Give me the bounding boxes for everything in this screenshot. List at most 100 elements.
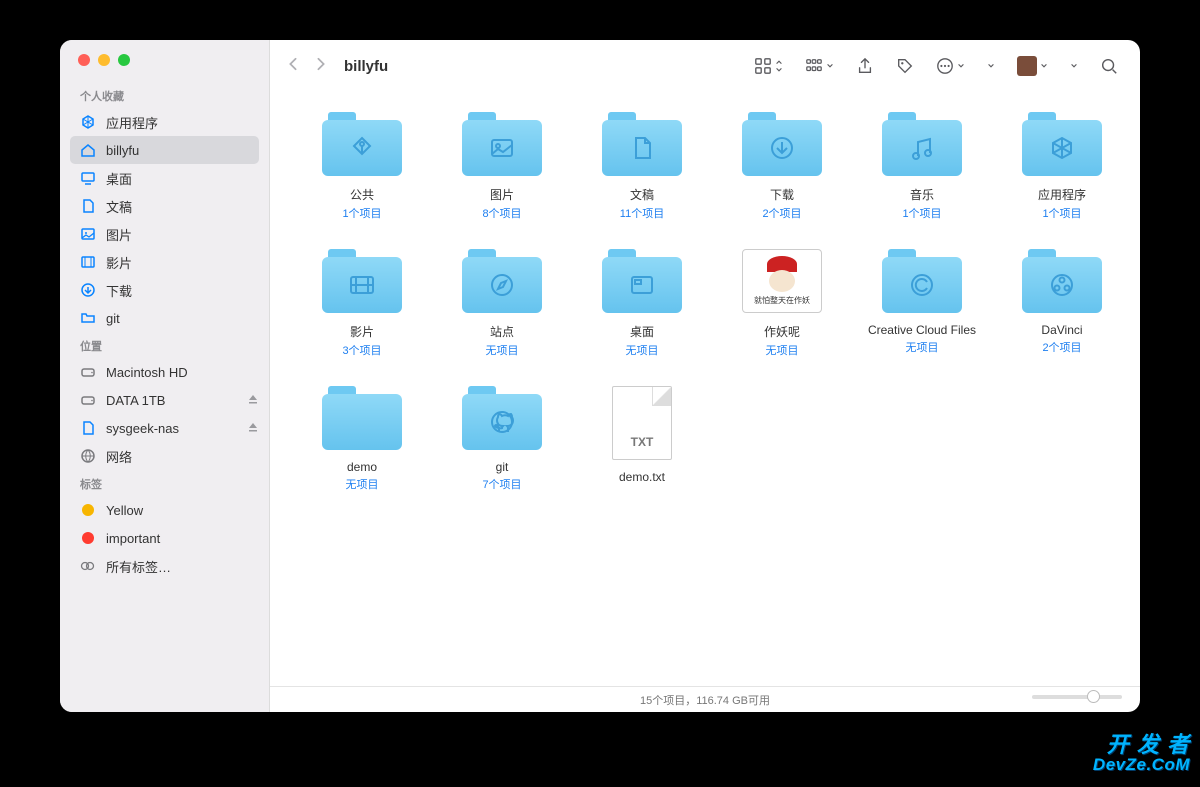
sidebar-item-下载[interactable]: 下载: [60, 276, 269, 304]
item-subtitle: 2个项目: [762, 205, 801, 221]
sidebar-item-label: Macintosh HD: [106, 365, 188, 380]
sidebar-item-label: Yellow: [106, 503, 143, 518]
eject-icon[interactable]: [247, 393, 259, 408]
sidebar-item-label: 网络: [106, 447, 132, 466]
maximize-button[interactable]: [118, 54, 130, 66]
nav-back-button[interactable]: [286, 57, 300, 76]
sidebar-item-影片[interactable]: 影片: [60, 248, 269, 276]
watermark-line2: DevZe.CoM: [1093, 756, 1190, 773]
file-item[interactable]: 公共1个项目: [292, 112, 432, 221]
sidebar-item-Macintosh HD[interactable]: Macintosh HD: [60, 358, 269, 386]
folder-icon: [322, 249, 402, 313]
file-item[interactable]: 下载 2个项目: [712, 112, 852, 221]
sidebar-item-网络[interactable]: 网络: [60, 442, 269, 470]
picture-icon: [80, 226, 96, 242]
sidebar-item-DATA 1TB[interactable]: DATA 1TB: [60, 386, 269, 414]
disk-icon: [80, 364, 96, 380]
minimize-button[interactable]: [98, 54, 110, 66]
tag-button[interactable]: [890, 57, 920, 75]
eject-icon[interactable]: [247, 421, 259, 436]
item-name: 应用程序: [1038, 186, 1086, 203]
folder-icon: [1022, 249, 1102, 313]
sidebar-item-label: DATA 1TB: [106, 393, 165, 408]
file-item[interactable]: 站点无项目: [432, 249, 572, 358]
account-button[interactable]: [1011, 56, 1054, 76]
item-name: demo.txt: [619, 470, 665, 484]
item-subtitle: 1个项目: [902, 205, 941, 221]
main-area: billyfu: [270, 40, 1140, 712]
nav-forward-button[interactable]: [314, 57, 328, 76]
file-item[interactable]: 应用程序 1个项目: [992, 112, 1132, 221]
sidebar-item-Yellow[interactable]: Yellow: [60, 496, 269, 524]
sidebar-item-label: 下载: [106, 281, 132, 300]
item-subtitle: 无项目: [486, 342, 519, 358]
search-button[interactable]: [1094, 57, 1124, 75]
sidebar: 个人收藏应用程序billyfu桌面文稿图片影片下载git位置Macintosh …: [60, 40, 270, 712]
file-item[interactable]: 就怕整天在作妖作妖呢无项目: [712, 249, 852, 358]
item-name: 作妖呢: [764, 323, 800, 340]
folder-icon: [602, 249, 682, 313]
finder-window: 个人收藏应用程序billyfu桌面文稿图片影片下载git位置Macintosh …: [60, 40, 1140, 712]
sidebar-item-sysgeek-nas[interactable]: sysgeek-nas: [60, 414, 269, 442]
file-item[interactable]: 桌面无项目: [572, 249, 712, 358]
sidebar-item-所有标签…[interactable]: 所有标签…: [60, 552, 269, 580]
group-by-button[interactable]: [799, 57, 840, 75]
sidebar-item-文稿[interactable]: 文稿: [60, 192, 269, 220]
item-name: 下载: [770, 186, 794, 203]
folder-icon: [322, 386, 402, 450]
home-icon: [80, 142, 96, 158]
item-name: git: [496, 460, 509, 474]
doc-icon: [80, 420, 96, 436]
item-subtitle: 1个项目: [1042, 205, 1081, 221]
status-bar: 15个项目，116.74 GB可用: [270, 686, 1140, 712]
file-item[interactable]: TXTdemo.txt: [572, 386, 712, 492]
sidebar-item-billyfu[interactable]: billyfu: [70, 136, 259, 164]
dropdown-1[interactable]: [981, 58, 1001, 74]
sidebar-section-label: 标签: [60, 470, 269, 496]
item-name: 图片: [490, 186, 514, 203]
file-item[interactable]: 影片3个项目: [292, 249, 432, 358]
folder-icon: [462, 249, 542, 313]
watermark-line1: 开 发 者: [1093, 734, 1190, 756]
image-thumbnail: 就怕整天在作妖: [742, 249, 822, 313]
close-button[interactable]: [78, 54, 90, 66]
doc-icon: [80, 198, 96, 214]
item-name: Creative Cloud Files: [868, 323, 976, 337]
file-item[interactable]: Creative Cloud Files无项目: [852, 249, 992, 358]
item-name: 桌面: [630, 323, 654, 340]
dropdown-2[interactable]: [1064, 58, 1084, 74]
file-item[interactable]: demo无项目: [292, 386, 432, 492]
sidebar-item-label: git: [106, 311, 120, 326]
item-name: 音乐: [910, 186, 934, 203]
zoom-knob[interactable]: [1087, 690, 1100, 703]
file-item[interactable]: git7个项目: [432, 386, 572, 492]
desktop-icon: [80, 170, 96, 186]
tag-icon: [80, 530, 96, 546]
sidebar-item-图片[interactable]: 图片: [60, 220, 269, 248]
action-menu-button[interactable]: [930, 57, 971, 75]
item-name: DaVinci: [1041, 323, 1082, 337]
item-name: 影片: [350, 323, 374, 340]
window-controls: [60, 54, 269, 82]
zoom-slider[interactable]: [1032, 695, 1122, 699]
item-name: 文稿: [630, 186, 654, 203]
folder-icon: [462, 112, 542, 176]
file-item[interactable]: 音乐 1个项目: [852, 112, 992, 221]
sidebar-item-important[interactable]: important: [60, 524, 269, 552]
share-button[interactable]: [850, 57, 880, 75]
folder-icon: [1022, 112, 1102, 176]
sidebar-item-label: sysgeek-nas: [106, 421, 179, 436]
sidebar-item-桌面[interactable]: 桌面: [60, 164, 269, 192]
file-item[interactable]: DaVinci 2个项目: [992, 249, 1132, 358]
sidebar-item-应用程序[interactable]: 应用程序: [60, 108, 269, 136]
tag-icon: [80, 502, 96, 518]
sidebar-item-git[interactable]: git: [60, 304, 269, 332]
file-item[interactable]: 图片8个项目: [432, 112, 572, 221]
sidebar-item-label: 图片: [106, 225, 132, 244]
sidebar-item-label: billyfu: [106, 143, 139, 158]
item-subtitle: 1个项目: [342, 205, 381, 221]
item-subtitle: 2个项目: [1042, 339, 1081, 355]
view-icons-button[interactable]: [748, 57, 789, 75]
file-item[interactable]: 文稿11个项目: [572, 112, 712, 221]
sidebar-section-label: 位置: [60, 332, 269, 358]
